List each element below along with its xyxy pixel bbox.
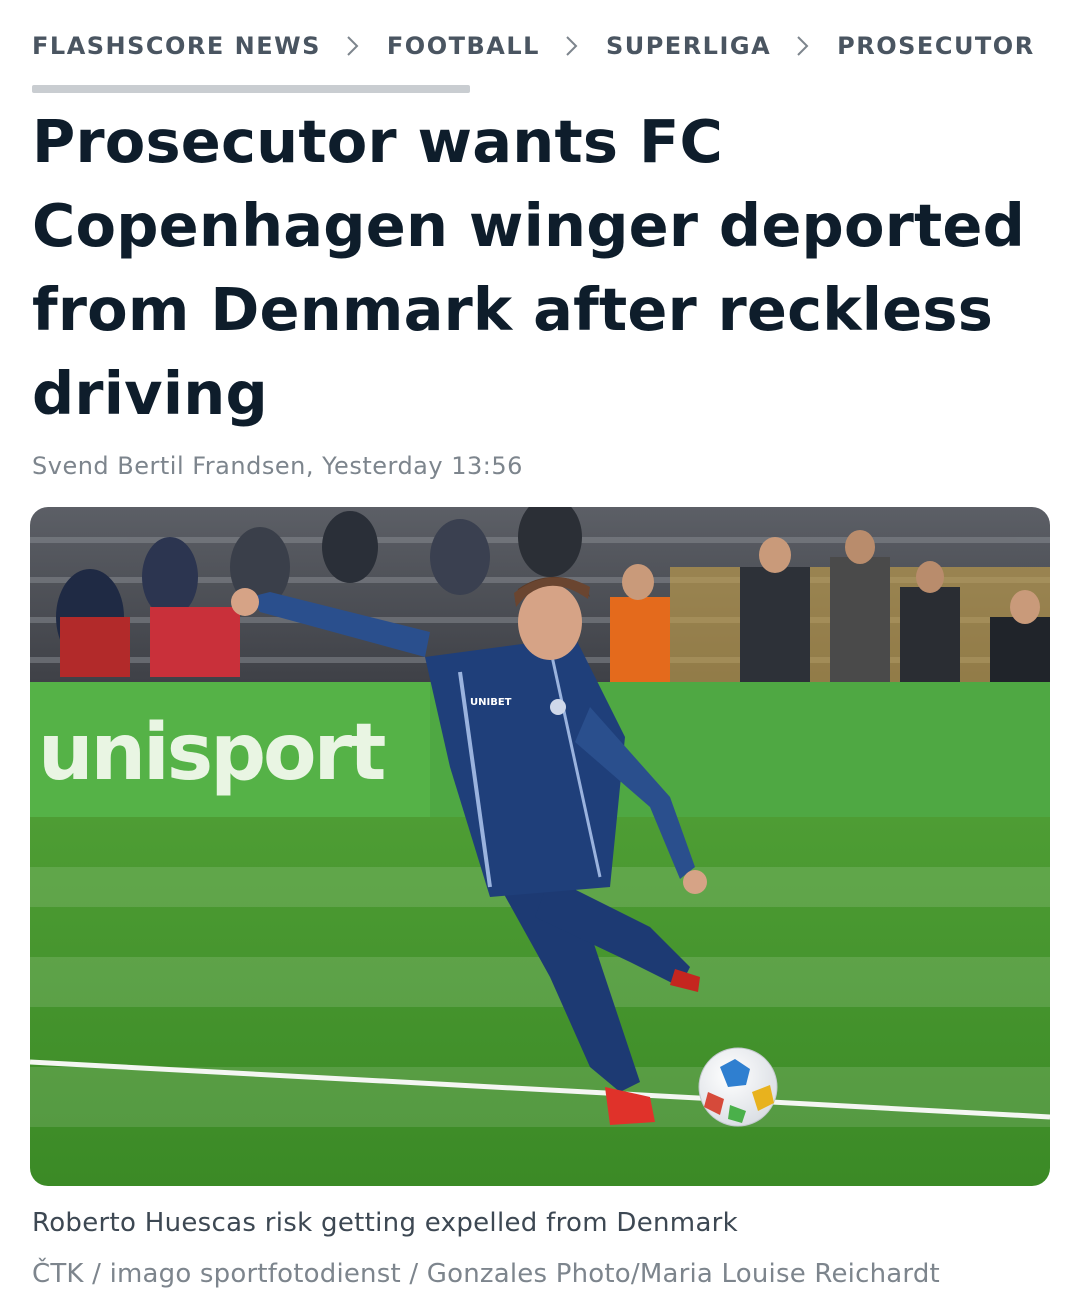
breadcrumb-scroll-indicator[interactable] [32,85,470,93]
publish-timestamp: Yesterday 13:56 [322,452,523,480]
chevron-right-icon [321,28,387,64]
shirt-sponsor-text: UNIBET [470,697,512,708]
image-caption: Roberto Huescas risk getting expelled fr… [32,1208,739,1238]
headline-line: Prosecutor wants FC [32,107,723,176]
article-headline: Prosecutor wants FC Copenhagen winger de… [32,100,1042,436]
football-icon [698,1047,778,1127]
breadcrumb-item-superliga[interactable]: SUPERLIGA [606,32,771,60]
article-hero-image[interactable]: unisport UNIBET [30,507,1050,1186]
ad-board-text: unisport [38,708,385,798]
headline-line: Copenhagen winger deported [32,191,1026,260]
chevron-right-icon [771,28,837,64]
football-player-photo: unisport UNIBET [30,507,1050,1186]
breadcrumb-item-prosecutor[interactable]: PROSECUTOR [837,32,1035,60]
byline-separator: , [305,452,323,480]
breadcrumb-item-football[interactable]: FOOTBALL [387,32,540,60]
breadcrumb-item-flashscore-news[interactable]: FLASHSCORE NEWS [32,32,321,60]
image-credit: ČTK / imago sportfotodienst / Gonzales P… [32,1259,940,1289]
headline-line: driving [32,359,268,428]
chevron-right-icon [540,28,606,64]
author-name[interactable]: Svend Bertil Frandsen [32,452,306,480]
article-page: FLASHSCORE NEWS FOOTBALL SUPERLIGA PROSE… [0,0,1080,1309]
headline-line: from Denmark after reckless [32,275,994,344]
breadcrumb: FLASHSCORE NEWS FOOTBALL SUPERLIGA PROSE… [32,28,1062,64]
article-byline: Svend Bertil Frandsen, Yesterday 13:56 [32,452,523,480]
